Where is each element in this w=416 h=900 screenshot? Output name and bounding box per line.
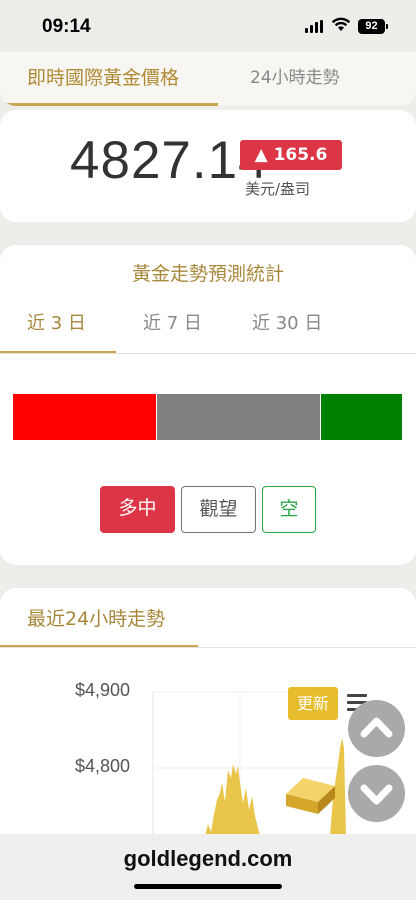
update-button[interactable]: 更新 [288, 687, 338, 720]
browser-address-bar[interactable]: goldlegend.com [0, 834, 416, 900]
tab-3-days[interactable]: 近 3 日 [27, 309, 86, 335]
chevron-down-icon [360, 784, 393, 805]
battery-icon: 92 [358, 19, 388, 34]
status-bar: 09:14 92 [0, 0, 416, 52]
price-unit: 美元/盎司 [245, 180, 311, 198]
status-time: 09:14 [42, 16, 91, 37]
forecast-card: 黃金走勢預測統計 近 3 日 近 7 日 近 30 日 多中 觀望 空 [0, 245, 416, 565]
watch-button[interactable]: 觀望 [181, 486, 256, 533]
forecast-title: 黃金走勢預測統計 [131, 263, 284, 285]
home-indicator [134, 884, 282, 889]
scroll-up-button[interactable] [348, 700, 405, 757]
gold-price: 4827.14 [70, 131, 269, 190]
tab-30-days[interactable]: 近 30 日 [252, 309, 322, 335]
wifi-icon [331, 17, 351, 31]
divider [0, 353, 416, 354]
price-change-badge: ▲ 165.6 [240, 140, 342, 170]
forecast-bar-segment [321, 394, 402, 440]
gold-bar-icon [286, 778, 335, 814]
site-domain: goldlegend.com [123, 846, 293, 871]
bear-button[interactable]: 空 [262, 486, 316, 533]
tab-24h-trend[interactable]: 24小時走勢 [250, 52, 340, 104]
trend-area [205, 764, 260, 836]
tab-realtime-price[interactable]: 即時國際黃金價格 [27, 52, 179, 104]
chevron-up-icon [360, 717, 393, 738]
price-card: 4827.14 ▲ 165.6 美元/盎司 [0, 110, 416, 222]
active-tab-indicator [0, 103, 218, 106]
price-tabs: 即時國際黃金價格 24小時走勢 [0, 52, 416, 106]
tab-7-days[interactable]: 近 7 日 [143, 309, 202, 335]
cellular-signal-icon [305, 20, 323, 33]
forecast-bar-segment [157, 394, 320, 440]
bull-button[interactable]: 多中 [100, 486, 175, 533]
forecast-bar-segment [13, 394, 156, 440]
scroll-down-button[interactable] [348, 765, 405, 822]
